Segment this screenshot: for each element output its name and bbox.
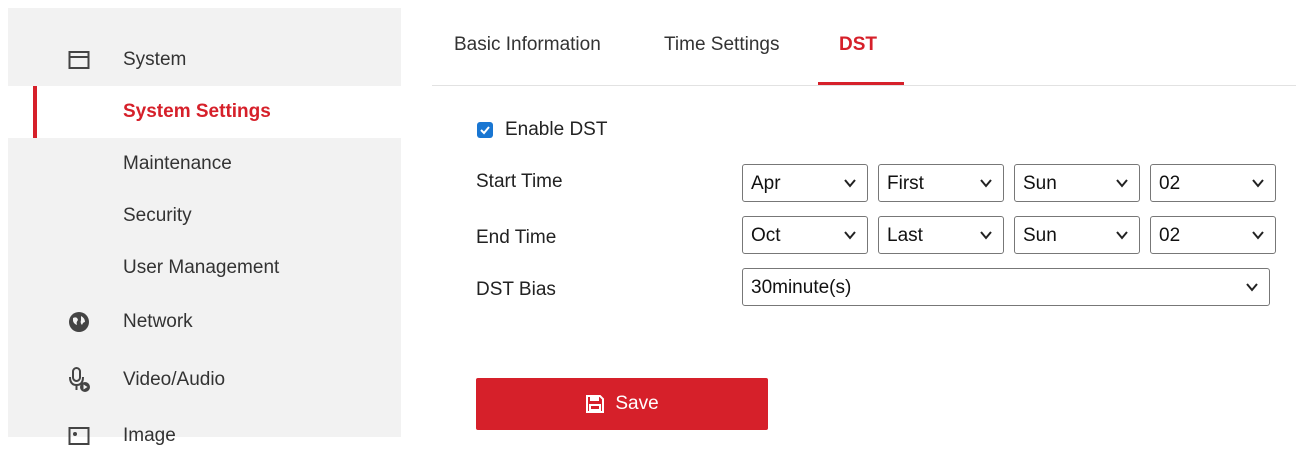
sidebar-item-label: User Management — [123, 257, 280, 278]
sidebar-item-security[interactable]: Security — [8, 190, 401, 242]
start-month-select[interactable]: Apr — [742, 164, 868, 202]
sidebar-item-video-audio[interactable]: Video/Audio — [8, 354, 401, 406]
select-value: Last — [887, 225, 923, 246]
end-week-select[interactable]: Last — [878, 216, 1004, 254]
save-label: Save — [615, 393, 659, 414]
globe-icon — [67, 310, 91, 334]
end-time-label: End Time — [476, 227, 557, 248]
enable-dst-checkbox[interactable] — [477, 122, 493, 138]
save-icon — [586, 395, 605, 413]
sidebar-item-label: Video/Audio — [123, 369, 226, 390]
microphone-icon — [67, 367, 91, 392]
tab-dst[interactable]: DST — [839, 34, 877, 56]
chevron-down-icon — [1246, 283, 1258, 292]
dst-bias-label: DST Bias — [476, 279, 556, 300]
sidebar-item-network[interactable]: Network — [8, 296, 401, 348]
start-time-label: Start Time — [476, 171, 563, 192]
active-marker — [33, 86, 37, 138]
tab-time-settings[interactable]: Time Settings — [664, 34, 779, 56]
sidebar-item-label: Network — [123, 311, 193, 332]
start-week-select[interactable]: First — [878, 164, 1004, 202]
select-value: Apr — [751, 173, 781, 194]
save-button[interactable]: Save — [476, 378, 768, 430]
image-icon — [67, 424, 91, 448]
end-day-select[interactable]: Sun — [1014, 216, 1140, 254]
select-value: 30minute(s) — [751, 277, 852, 298]
chevron-down-icon — [1252, 231, 1264, 240]
sidebar-item-label: System — [123, 49, 187, 70]
sidebar: System System Settings Maintenance Secur… — [0, 0, 401, 446]
enable-dst-label[interactable]: Enable DST — [505, 119, 607, 141]
end-month-select[interactable]: Oct — [742, 216, 868, 254]
chevron-down-icon — [1116, 179, 1128, 188]
select-value: Oct — [751, 225, 781, 246]
chevron-down-icon — [980, 231, 992, 240]
chevron-down-icon — [1252, 179, 1264, 188]
window-icon — [67, 48, 91, 72]
select-value: First — [887, 173, 924, 194]
sidebar-item-system-settings[interactable]: System Settings — [8, 86, 401, 138]
chevron-down-icon — [844, 179, 856, 188]
sidebar-item-maintenance[interactable]: Maintenance — [8, 138, 401, 190]
active-tab-underline — [818, 82, 904, 85]
select-value: Sun — [1023, 173, 1057, 194]
sidebar-item-image[interactable]: Image — [8, 410, 401, 462]
sidebar-item-user-management[interactable]: User Management — [8, 242, 401, 294]
chevron-down-icon — [844, 231, 856, 240]
tab-basic-information[interactable]: Basic Information — [454, 34, 601, 56]
sidebar-item-system[interactable]: System — [8, 34, 401, 86]
checkmark-icon — [480, 126, 490, 135]
select-value: 02 — [1159, 173, 1181, 194]
dst-bias-select[interactable]: 30minute(s) — [742, 268, 1270, 306]
select-value: 02 — [1159, 225, 1181, 246]
select-value: Sun — [1023, 225, 1057, 246]
sidebar-item-label: Image — [123, 425, 176, 446]
start-day-select[interactable]: Sun — [1014, 164, 1140, 202]
chevron-down-icon — [1116, 231, 1128, 240]
sidebar-item-label: Security — [123, 205, 192, 226]
start-hour-select[interactable]: 02 — [1150, 164, 1276, 202]
sidebar-item-label: Maintenance — [123, 153, 232, 174]
chevron-down-icon — [980, 179, 992, 188]
sidebar-item-label: System Settings — [123, 101, 271, 122]
tab-bar: Basic Information Time Settings DST — [432, 0, 1296, 86]
end-hour-select[interactable]: 02 — [1150, 216, 1276, 254]
